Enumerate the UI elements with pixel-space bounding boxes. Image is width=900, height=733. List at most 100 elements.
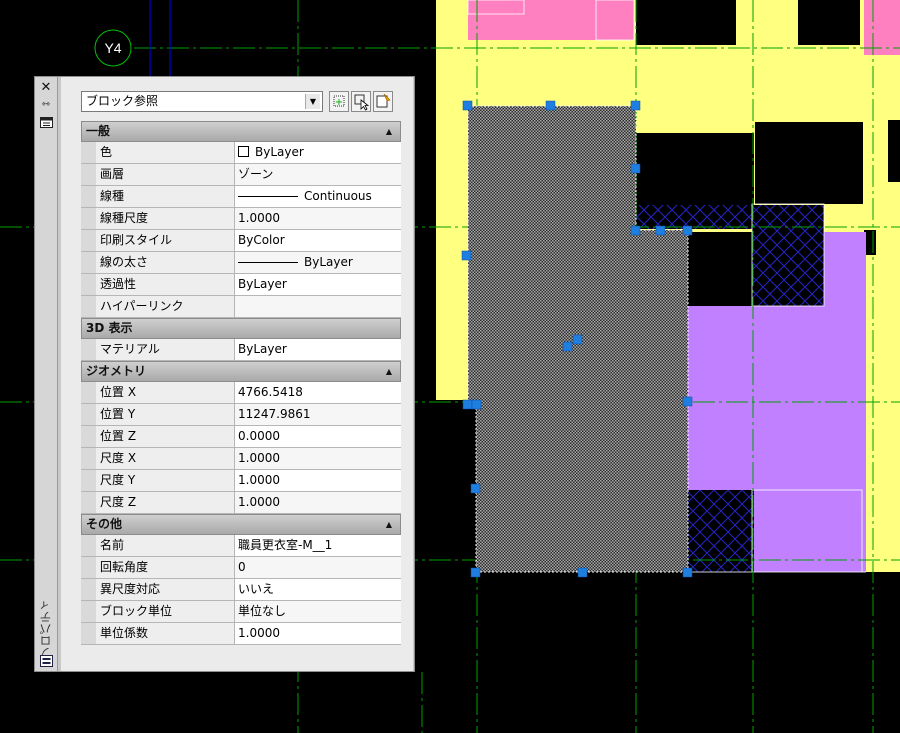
property-value[interactable]: 1.0000 <box>235 208 401 229</box>
property-row[interactable]: 線種 Continuous <box>81 186 401 208</box>
autohide-icon[interactable]: ⇿ <box>39 98 53 112</box>
property-row[interactable]: 尺度 Y 1.0000 <box>81 470 401 492</box>
section-header[interactable]: ジオメトリ ▲ <box>81 361 401 382</box>
chevron-up-icon[interactable]: ▲ <box>386 122 392 141</box>
close-icon[interactable]: ✕ <box>39 81 53 95</box>
property-name: 回転角度 <box>96 557 235 578</box>
property-value[interactable] <box>235 296 401 317</box>
property-value[interactable]: ByLayer <box>235 274 401 295</box>
section-header[interactable]: 一般 ▲ <box>81 121 401 142</box>
section-header[interactable]: 3D 表示 <box>81 318 401 339</box>
line-sample-icon <box>238 262 298 263</box>
grid-bubble-y4[interactable]: Y4 <box>94 29 132 67</box>
property-row[interactable]: 尺度 X 1.0000 <box>81 448 401 470</box>
row-gutter <box>81 208 96 229</box>
row-gutter <box>81 252 96 273</box>
property-name: ハイパーリンク <box>96 296 235 317</box>
property-name: 名前 <box>96 535 235 556</box>
property-row[interactable]: 印刷スタイル ByColor <box>81 230 401 252</box>
row-gutter <box>81 142 96 163</box>
property-row[interactable]: 単位係数 1.0000 <box>81 623 401 645</box>
property-value[interactable]: 単位なし <box>235 601 401 622</box>
property-value[interactable]: ゾーン <box>235 164 401 185</box>
axis-lines <box>149 0 171 76</box>
object-type-value: ブロック参照 <box>86 94 159 108</box>
property-name: 尺度 X <box>96 448 235 469</box>
section-title: 3D 表示 <box>86 321 133 335</box>
section-header[interactable]: その他 ▲ <box>81 514 401 535</box>
property-value-text: 11247.9861 <box>238 407 311 421</box>
property-value-text: ByLayer <box>255 145 304 159</box>
property-row[interactable]: 尺度 Z 1.0000 <box>81 492 401 514</box>
row-gutter <box>81 230 96 251</box>
property-name: マテリアル <box>96 339 235 360</box>
row-gutter <box>81 448 96 469</box>
property-value[interactable]: ByLayer <box>235 142 401 163</box>
property-value[interactable]: 職員更衣室-M__1 <box>235 535 401 556</box>
svg-text:Y4: Y4 <box>104 40 121 56</box>
select-objects-icon[interactable] <box>351 91 371 112</box>
row-gutter <box>81 535 96 556</box>
chevron-up-icon[interactable]: ▲ <box>386 515 392 534</box>
property-row[interactable]: マテリアル ByLayer <box>81 339 401 361</box>
toggle-pickadd-icon[interactable]: + <box>329 91 349 112</box>
palette-settings-icon[interactable] <box>39 655 53 669</box>
section-title: ジオメトリ <box>86 364 147 378</box>
property-value[interactable]: 0 <box>235 557 401 578</box>
property-value-text: 職員更衣室-M__1 <box>238 538 333 552</box>
property-name: 異尺度対応 <box>96 579 235 600</box>
property-value[interactable]: 11247.9861 <box>235 404 401 425</box>
property-grid: 一般 ▲ 色 ByLayer 画層 ゾーン 線種 Continuous 線種尺度 1.0000 印刷… <box>81 121 401 645</box>
chevron-up-icon[interactable]: ▲ <box>386 362 392 381</box>
property-value-text: 4766.5418 <box>238 385 303 399</box>
property-row[interactable]: 線種尺度 1.0000 <box>81 208 401 230</box>
object-type-dropdown[interactable]: ブロック参照 ▼ <box>81 91 323 112</box>
property-value[interactable]: 1.0000 <box>235 623 401 644</box>
section-title: その他 <box>86 517 123 531</box>
row-gutter <box>81 601 96 622</box>
row-gutter <box>81 164 96 185</box>
property-row[interactable]: ブロック単位 単位なし <box>81 601 401 623</box>
property-row[interactable]: 透過性 ByLayer <box>81 274 401 296</box>
chevron-down-icon[interactable]: ▼ <box>305 94 320 109</box>
row-gutter <box>81 470 96 491</box>
property-row[interactable]: 位置 Z 0.0000 <box>81 426 401 448</box>
properties-menu-icon[interactable] <box>39 117 53 131</box>
property-row[interactable]: ハイパーリンク <box>81 296 401 318</box>
property-name: 線種尺度 <box>96 208 235 229</box>
quick-select-icon[interactable] <box>373 91 393 112</box>
property-value[interactable]: 0.0000 <box>235 426 401 447</box>
property-value[interactable]: 4766.5418 <box>235 382 401 403</box>
property-value[interactable]: 1.0000 <box>235 492 401 513</box>
property-name: 位置 Y <box>96 404 235 425</box>
property-row[interactable]: 異尺度対応 いいえ <box>81 579 401 601</box>
property-value[interactable]: Continuous <box>235 186 401 207</box>
property-value[interactable]: 1.0000 <box>235 448 401 469</box>
property-value-text: Continuous <box>304 189 372 203</box>
property-row[interactable]: 名前 職員更衣室-M__1 <box>81 535 401 557</box>
property-row[interactable]: 位置 X 4766.5418 <box>81 382 401 404</box>
property-value[interactable]: ByLayer <box>235 252 401 273</box>
palette-titlebar[interactable]: ✕ ⇿ プロパティ <box>35 77 58 671</box>
property-name: ブロック単位 <box>96 601 235 622</box>
property-name: 印刷スタイル <box>96 230 235 251</box>
property-value-text: 0 <box>238 560 246 574</box>
property-row[interactable]: 画層 ゾーン <box>81 164 401 186</box>
property-name: 単位係数 <box>96 623 235 644</box>
property-value[interactable]: いいえ <box>235 579 401 600</box>
property-row[interactable]: 位置 Y 11247.9861 <box>81 404 401 426</box>
property-row[interactable]: 線の太さ ByLayer <box>81 252 401 274</box>
properties-palette: ✕ ⇿ プロパティ ブロック参照 ▼ + 一般 ▲ 色 ByLayer 画層 ゾーン 線種 C… <box>34 76 415 672</box>
row-gutter <box>81 623 96 644</box>
property-value[interactable]: ByColor <box>235 230 401 251</box>
property-value-text: いいえ <box>238 582 275 596</box>
row-gutter <box>81 274 96 295</box>
property-value[interactable]: ByLayer <box>235 339 401 360</box>
row-gutter <box>81 296 96 317</box>
property-value-text: 1.0000 <box>238 495 280 509</box>
property-name: 色 <box>96 142 235 163</box>
row-gutter <box>81 339 96 360</box>
property-row[interactable]: 回転角度 0 <box>81 557 401 579</box>
property-row[interactable]: 色 ByLayer <box>81 142 401 164</box>
property-value[interactable]: 1.0000 <box>235 470 401 491</box>
